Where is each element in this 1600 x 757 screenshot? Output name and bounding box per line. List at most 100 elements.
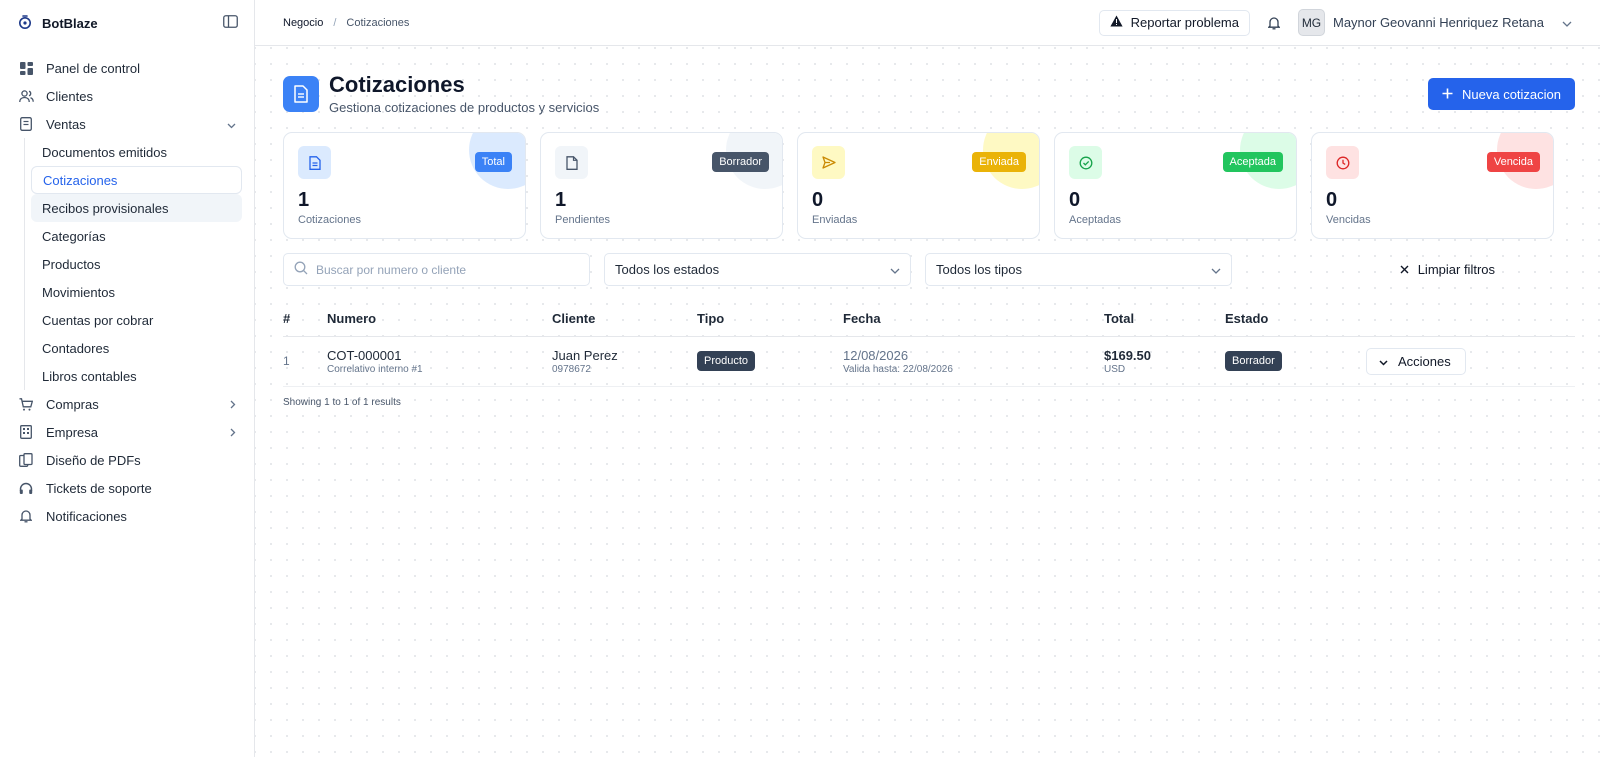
stat-value: 1 xyxy=(555,189,567,211)
column-header: Numero xyxy=(327,302,552,337)
filters-bar: Todos los estados Todos los tipos Limpia… xyxy=(283,253,1575,286)
sidebar-subitem-libros[interactable]: Libros contables xyxy=(31,362,242,390)
stat-value: 0 xyxy=(1326,189,1338,211)
report-problem-button[interactable]: Reportar problema xyxy=(1098,9,1250,36)
new-quote-button[interactable]: Nueva cotizacion xyxy=(1428,78,1575,110)
page-title: Cotizaciones xyxy=(329,71,465,97)
sidebar-toggle-icon[interactable] xyxy=(223,15,238,31)
sidebar-subitem-movimientos[interactable]: Movimientos xyxy=(31,278,242,306)
sidebar-subitem-documentos[interactable]: Documentos emitidos xyxy=(31,138,242,166)
content: Cotizaciones Gestiona cotizaciones de pr… xyxy=(255,71,1600,408)
status-badge: Aceptada xyxy=(1222,152,1283,172)
valid-until: Valida hasta: 22/08/2026 xyxy=(843,363,953,375)
table-header-row: # Numero Cliente Tipo Fecha Total Estado xyxy=(283,302,1575,337)
chevron-down-icon xyxy=(227,117,236,132)
sidebar-item-label: Notificaciones xyxy=(46,508,127,524)
quote-number[interactable]: COT-000001 xyxy=(327,348,552,363)
topbar: Negocio / Cotizaciones Reportar problema… xyxy=(255,0,1600,46)
sidebar-subitem-recibos[interactable]: Recibos provisionales xyxy=(31,194,242,222)
avatar: MG xyxy=(1297,9,1325,36)
clear-filters-label: Limpiar filtros xyxy=(1417,262,1495,277)
sidebar-item-label: Ventas xyxy=(46,116,86,132)
document-icon xyxy=(298,146,331,179)
search-input[interactable] xyxy=(316,262,576,277)
logo-icon xyxy=(18,14,32,33)
actions-label: Acciones xyxy=(1398,353,1451,369)
sidebar-subitem-productos[interactable]: Productos xyxy=(31,250,242,278)
stat-card-enviada: Enviada 0 Enviadas xyxy=(797,132,1040,239)
send-icon xyxy=(812,146,845,179)
actions-button[interactable]: Acciones xyxy=(1366,347,1466,375)
clock-icon xyxy=(1326,146,1359,179)
plus-icon xyxy=(1442,87,1453,102)
status-select[interactable]: Todos los estados xyxy=(604,253,911,286)
stat-card-vencida: Vencida 0 Vencidas xyxy=(1311,132,1554,239)
chevron-down-icon xyxy=(1379,354,1388,369)
stat-value: 1 xyxy=(298,189,310,211)
client-name: Juan Perez xyxy=(552,347,618,363)
page-header: Cotizaciones Gestiona cotizaciones de pr… xyxy=(283,71,1575,115)
sidebar-nav: Panel de control Clientes Ventas Documen… xyxy=(12,54,242,530)
stat-label: Pendientes xyxy=(555,214,611,226)
stat-label: Vencidas xyxy=(1326,214,1371,226)
column-header: Cliente xyxy=(552,302,697,337)
brand: BotBlaze xyxy=(12,0,242,46)
status-badge: Borrador xyxy=(1225,351,1282,371)
quote-number-sub: Correlativo interno #1 xyxy=(327,363,423,375)
sidebar-subitem-cuentas[interactable]: Cuentas por cobrar xyxy=(31,306,242,334)
row-index: 1 xyxy=(283,336,327,387)
type-badge: Producto xyxy=(697,351,756,371)
stat-value: 0 xyxy=(812,189,824,211)
sidebar-subitem-cotizaciones[interactable]: Cotizaciones xyxy=(31,166,242,194)
pdf-design-icon xyxy=(18,452,34,468)
breadcrumb-separator: / xyxy=(333,16,337,29)
chevron-down-icon xyxy=(1562,15,1572,30)
breadcrumb-negocio[interactable]: Negocio xyxy=(283,17,323,29)
quote-currency: USD xyxy=(1104,363,1126,375)
new-quote-label: Nueva cotizacion xyxy=(1462,86,1561,102)
sidebar-item-clientes[interactable]: Clientes xyxy=(12,82,242,110)
status-badge: Total xyxy=(474,152,512,172)
check-circle-icon xyxy=(1069,146,1102,179)
sidebar-item-pdf-design[interactable]: Diseño de PDFs xyxy=(12,446,242,474)
chevron-down-icon xyxy=(1211,262,1221,277)
quote-total: $169.50 xyxy=(1104,347,1151,363)
type-select[interactable]: Todos los tipos xyxy=(925,253,1232,286)
search-icon xyxy=(294,261,308,278)
table-row[interactable]: 1 COT-000001 Correlativo interno #1 Juan… xyxy=(283,336,1575,387)
column-header: Total xyxy=(1104,302,1225,337)
chevron-down-icon xyxy=(890,262,900,277)
warning-icon xyxy=(1109,15,1123,30)
ventas-submenu: Documentos emitidos Cotizaciones Recibos… xyxy=(24,138,242,390)
stat-label: Cotizaciones xyxy=(298,214,361,226)
user-menu[interactable]: MG Maynor Geovanni Henriquez Retana xyxy=(1297,9,1572,36)
sidebar-item-tickets[interactable]: Tickets de soporte xyxy=(12,474,242,502)
sidebar-subitem-categorias[interactable]: Categorías xyxy=(31,222,242,250)
status-badge: Vencida xyxy=(1486,152,1540,172)
notification-bell-icon[interactable] xyxy=(1264,13,1284,33)
stat-card-borrador: Borrador 1 Pendientes xyxy=(540,132,783,239)
sidebar-item-ventas[interactable]: Ventas xyxy=(12,110,242,138)
sidebar-item-empresa[interactable]: Empresa xyxy=(12,418,242,446)
sidebar-item-compras[interactable]: Compras xyxy=(12,390,242,418)
sidebar-item-label: Compras xyxy=(46,396,99,412)
clear-filters-button[interactable]: Limpiar filtros xyxy=(1400,262,1495,277)
pagination-summary: Showing 1 to 1 of 1 results xyxy=(283,396,401,408)
sidebar-item-notificaciones[interactable]: Notificaciones xyxy=(12,502,242,530)
column-header: Fecha xyxy=(843,302,1104,337)
report-problem-label: Reportar problema xyxy=(1130,15,1239,30)
stat-cards: Total 1 Cotizaciones Borrador 1 Pendient… xyxy=(283,132,1575,239)
quote-date: 12/08/2026 xyxy=(843,347,909,363)
stat-label: Aceptadas xyxy=(1069,214,1121,226)
building-icon xyxy=(18,424,34,440)
sidebar-subitem-contadores[interactable]: Contadores xyxy=(31,334,242,362)
sidebar-item-label: Panel de control xyxy=(46,60,140,76)
chevron-right-icon xyxy=(230,425,236,440)
bell-icon xyxy=(18,508,34,524)
search-box xyxy=(283,253,590,286)
column-header: # xyxy=(283,302,327,337)
receipt-icon xyxy=(18,116,34,132)
sidebar-item-label: Empresa xyxy=(46,424,99,440)
sidebar-item-panel[interactable]: Panel de control xyxy=(12,54,242,82)
sidebar-item-label: Clientes xyxy=(46,88,93,104)
